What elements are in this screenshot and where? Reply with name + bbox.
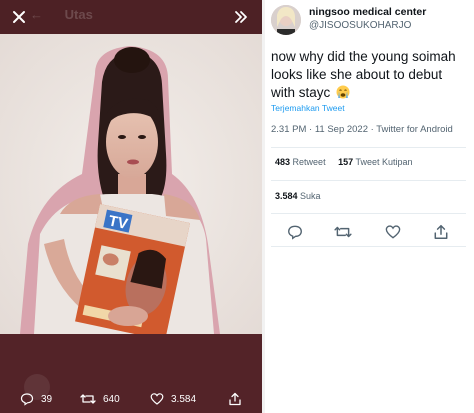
- reply-icon: [288, 225, 302, 240]
- panel-divider: [262, 0, 265, 413]
- share-button[interactable]: [431, 222, 451, 242]
- viewer-like-count: 3.584: [171, 393, 197, 405]
- faded-thread-header: ← Utas: [30, 7, 93, 22]
- like-count: 3.584: [275, 191, 298, 201]
- share-icon: [434, 224, 448, 240]
- reply-button[interactable]: [285, 222, 305, 242]
- avatar[interactable]: [271, 5, 301, 35]
- faded-thread-title: Utas: [64, 7, 93, 22]
- share-icon: [229, 392, 241, 406]
- faded-back-arrow-icon: ←: [30, 7, 43, 22]
- retweet-icon: [334, 226, 352, 238]
- viewer-reply-button[interactable]: 39: [20, 388, 52, 410]
- divider: [271, 213, 466, 214]
- retweet-label: Retweet: [292, 157, 326, 167]
- user-display-name[interactable]: ningsoo medical center: [309, 6, 426, 18]
- divider: [271, 180, 466, 181]
- translate-tweet-link[interactable]: Terjemahkan Tweet: [271, 103, 345, 113]
- like-icon: [385, 225, 401, 239]
- like-icon: [150, 393, 164, 405]
- crying-face-icon: [336, 85, 350, 99]
- tweet-photo[interactable]: TV: [0, 34, 262, 334]
- tweet-timestamp[interactable]: 2.31 PM · 11 Sep 2022 · Twitter for Andr…: [271, 124, 453, 135]
- tweet-action-bar: [271, 220, 466, 242]
- avatar-image: [271, 5, 301, 35]
- expand-panel-button[interactable]: [228, 4, 254, 30]
- retweet-icon: [80, 394, 96, 404]
- expand-icon: [235, 11, 247, 23]
- quote-label: Tweet Kutipan: [355, 157, 413, 167]
- viewer-retweet-button[interactable]: 640: [80, 388, 120, 410]
- like-button[interactable]: [383, 222, 403, 242]
- viewer-top-bar: ← Utas: [0, 0, 262, 34]
- engagement-stats: 483 Retweet 157 Tweet Kutipan: [275, 157, 423, 167]
- retweet-button[interactable]: [333, 222, 353, 242]
- retweet-stat[interactable]: 483 Retweet: [275, 157, 326, 167]
- divider: [271, 147, 466, 148]
- viewer-share-button[interactable]: [228, 388, 249, 410]
- reply-icon: [20, 393, 34, 406]
- viewer-like-button[interactable]: 3.584: [150, 388, 196, 410]
- likes-stat[interactable]: 3.584 Suka: [275, 191, 321, 201]
- like-label: Suka: [300, 191, 321, 201]
- tweet-text: now why did the young soimah looks like …: [271, 48, 466, 102]
- viewer-reply-count: 39: [41, 393, 53, 405]
- tweet-body: now why did the young soimah looks like …: [271, 49, 456, 100]
- viewer-action-bar: 39 640 3.584: [0, 388, 262, 410]
- divider: [271, 246, 466, 247]
- media-viewer: ← Utas TV 39 640 3.584: [0, 0, 262, 413]
- user-handle[interactable]: @JISOOSUKOHARJO: [309, 20, 411, 31]
- viewer-retweet-count: 640: [103, 393, 120, 405]
- retweet-count: 483: [275, 157, 291, 167]
- close-icon: [13, 11, 25, 23]
- quote-stat[interactable]: 157 Tweet Kutipan: [338, 157, 412, 167]
- photo-illustration: TV: [0, 34, 262, 334]
- close-button[interactable]: [6, 4, 32, 30]
- quote-count: 157: [338, 157, 354, 167]
